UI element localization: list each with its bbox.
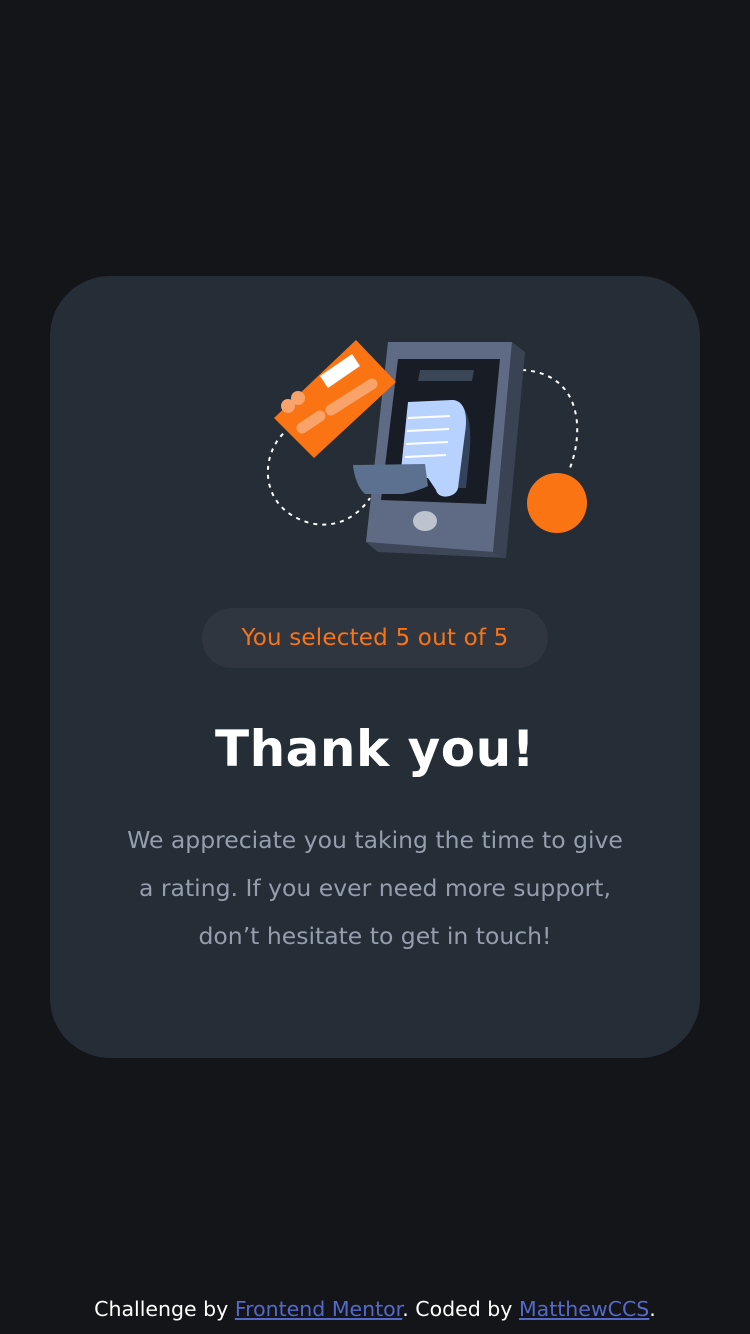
orange-dot-icon	[527, 473, 587, 533]
attribution-prefix: Challenge by	[94, 1297, 235, 1321]
author-link[interactable]: MatthewCCS	[519, 1297, 649, 1321]
dashed-arc-right	[521, 369, 579, 469]
attribution-middle: . Coded by	[402, 1297, 519, 1321]
attribution-footer: Challenge by Frontend Mentor. Coded by M…	[0, 1292, 750, 1326]
page-title: Thank you!	[214, 720, 536, 778]
thank-you-message: We appreciate you taking the time to giv…	[127, 826, 623, 950]
phone-payment-illustration	[266, 340, 587, 558]
phone-speaker	[418, 370, 474, 381]
attribution-suffix: .	[649, 1297, 656, 1321]
home-button-icon	[413, 511, 437, 531]
frontend-mentor-link[interactable]: Frontend Mentor	[235, 1297, 402, 1321]
receipt-tray	[353, 464, 428, 494]
page: You selected 5 out of 5 Thank you! We ap…	[0, 0, 750, 1334]
thank-you-card: You selected 5 out of 5 Thank you! We ap…	[50, 276, 700, 1058]
selection-badge: You selected 5 out of 5	[202, 608, 548, 668]
